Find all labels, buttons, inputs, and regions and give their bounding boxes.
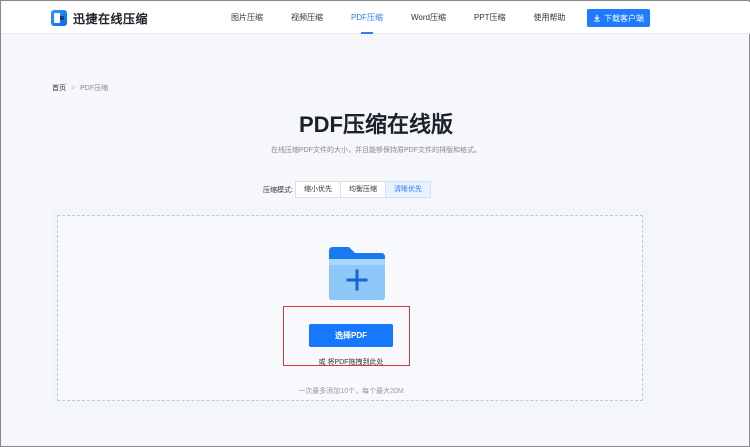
top-header: 迅捷在线压缩 图片压缩 视频压缩 PDF压缩 Word压缩 PPT压缩 使用帮助… [2,2,750,34]
compress-mode-selector: 压缩模式: 缩小优先 均衡压缩 清晰优先 [263,181,431,198]
nav-ppt-compress[interactable]: PPT压缩 [460,2,520,34]
download-client-label: 下载客户端 [604,13,644,23]
breadcrumb-separator: > [71,84,76,92]
page-title: PDF压缩在线版 [298,112,453,137]
breadcrumb: 首页 > PDF压缩 [52,83,108,93]
breadcrumb-home[interactable]: 首页 [52,83,66,93]
compress-mode-label: 压缩模式: [263,186,293,194]
nav-video-compress[interactable]: 视频压缩 [277,2,337,34]
main-nav: 图片压缩 视频压缩 PDF压缩 Word压缩 PPT压缩 使用帮助 [217,2,580,34]
nav-pdf-compress[interactable]: PDF压缩 [337,2,397,34]
browser-frame: 迅捷在线压缩 图片压缩 视频压缩 PDF压缩 Word压缩 PPT压缩 使用帮助… [0,0,750,447]
nav-word-compress[interactable]: Word压缩 [397,2,460,34]
download-icon [594,14,600,22]
mode-smallest-button[interactable]: 缩小优先 [294,181,341,198]
mode-balanced-button[interactable]: 均衡压缩 [339,181,386,198]
logo-text: 迅捷在线压缩 [73,11,149,26]
folder-add-icon [329,247,385,300]
breadcrumb-current: PDF压缩 [80,85,109,92]
nav-help[interactable]: 使用帮助 [520,2,580,34]
upload-limit-note: 一次最多添加10个，每个最大20M [298,388,404,395]
annotation-highlight-box [283,306,410,366]
mode-clarity-button[interactable]: 清晰优先 [384,181,431,198]
logo-icon [51,10,67,26]
page-description: 在线压缩PDF文件的大小，并且能够保持原PDF文件的排版和格式。 [271,147,481,154]
download-client-button[interactable]: 下载客户端 [587,9,650,27]
site-logo[interactable]: 迅捷在线压缩 [51,10,148,26]
nav-image-compress[interactable]: 图片压缩 [217,2,277,34]
